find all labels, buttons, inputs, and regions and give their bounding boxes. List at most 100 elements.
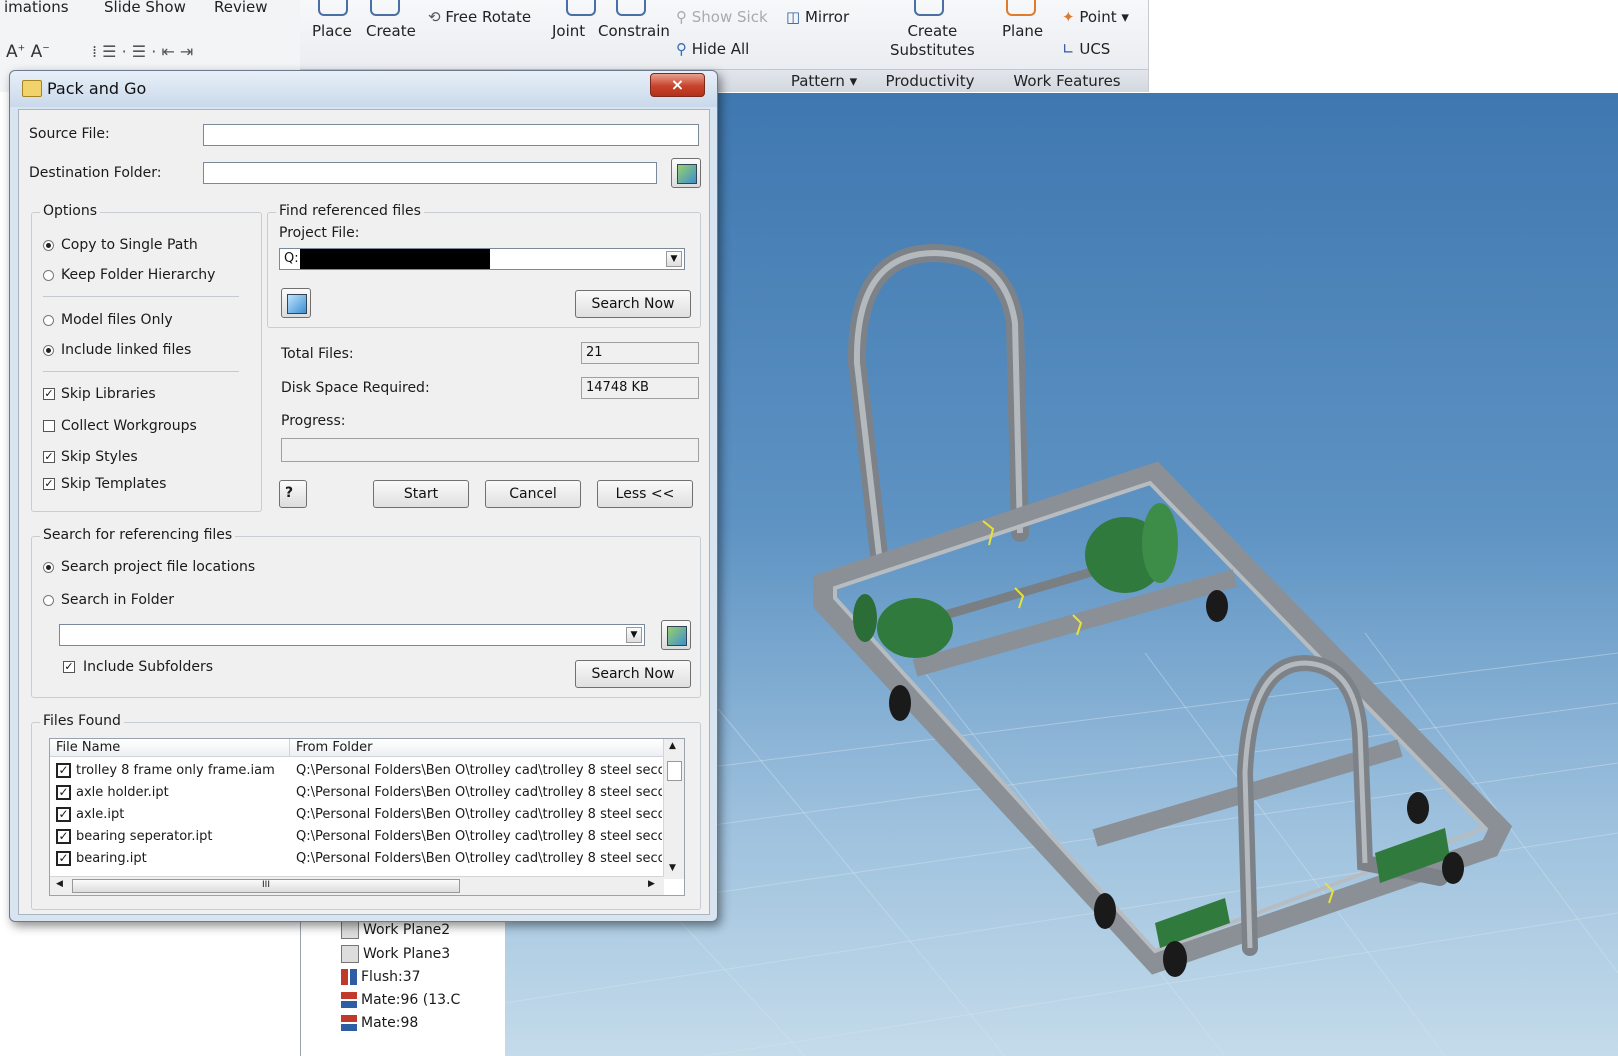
copy-single-path-radio[interactable] — [43, 240, 54, 251]
joint-button[interactable]: Joint — [552, 22, 585, 40]
rotate-icon: ⟲ — [428, 8, 446, 26]
dialog-titlebar[interactable]: Pack and Go × — [10, 71, 717, 107]
project-file-dropdown[interactable]: Q: ▼ — [279, 248, 685, 270]
hide-all-label: Hide All — [691, 40, 750, 58]
point-button[interactable]: ✦ Point ▾ — [1062, 8, 1129, 26]
browser-item-work-plane2[interactable]: Work Plane2 — [341, 919, 450, 941]
ucs-icon: ∟ — [1062, 40, 1080, 58]
browse-search-folder-button[interactable] — [661, 620, 691, 650]
search-in-folder-label: Search in Folder — [61, 592, 175, 608]
free-rotate-button[interactable]: ⟲ Free Rotate — [428, 8, 531, 26]
destination-folder-field[interactable] — [203, 162, 657, 184]
row-checkbox[interactable]: ✓ — [56, 785, 71, 800]
browse-folder-icon — [667, 626, 687, 646]
total-files-label: Total Files: — [281, 346, 354, 362]
options-divider — [43, 371, 239, 372]
work-features-panel-title: Work Features — [986, 69, 1148, 92]
row-checkbox[interactable]: ✓ — [56, 851, 71, 866]
browser-item-flush[interactable]: Flush:37 — [341, 966, 421, 988]
project-file-label: Project File: — [279, 225, 360, 241]
vertical-scrollbar[interactable]: ▲ ▼ — [663, 739, 684, 879]
source-file-field[interactable] — [203, 124, 699, 146]
less-button[interactable]: Less << — [597, 480, 693, 508]
close-button[interactable]: × — [650, 73, 705, 97]
project-file-value: Q: — [284, 251, 299, 266]
horizontal-scrollbar[interactable]: ◀ III ▶ — [50, 876, 664, 895]
keep-folder-hierarchy-radio[interactable] — [43, 270, 54, 281]
browse-destination-button[interactable] — [671, 158, 701, 188]
font-grow-icon[interactable]: A+ A− — [6, 42, 50, 62]
horizontal-scroll-thumb[interactable]: III — [72, 879, 460, 893]
files-found-table[interactable]: File Name From Folder ✓ trolley 8 frame … — [49, 738, 685, 896]
table-row[interactable]: ✓ trolley 8 frame only frame.iam Q:\Pers… — [50, 761, 664, 783]
scroll-left-icon[interactable]: ◀ — [56, 879, 63, 889]
show-sick-button[interactable]: ⚲ Show Sick — [676, 8, 768, 26]
skip-templates-checkbox[interactable]: ✓ — [43, 478, 55, 490]
ucs-button[interactable]: ∟ UCS — [1062, 40, 1110, 58]
source-file-label: Source File: — [29, 126, 110, 142]
browser-item-work-plane3[interactable]: Work Plane3 — [341, 943, 450, 965]
pattern-panel-title[interactable]: Pattern ▾ — [774, 69, 874, 92]
create-button[interactable]: Create — [366, 22, 416, 40]
browser-item-mate-98[interactable]: Mate:98 — [341, 1012, 418, 1034]
pack-and-go-dialog: Pack and Go × Source File: Destination F… — [9, 70, 718, 922]
collect-workgroups-checkbox[interactable] — [43, 420, 55, 432]
hide-all-button[interactable]: ⚲ Hide All — [676, 40, 749, 58]
skip-templates-label: Skip Templates — [61, 476, 167, 492]
work-plane-icon — [341, 921, 359, 939]
options-group: Options — [31, 203, 262, 512]
search-project-locations-label: Search project file locations — [61, 559, 256, 575]
help-button[interactable]: ? — [279, 480, 307, 508]
disk-space-label: Disk Space Required: — [281, 380, 430, 396]
browser-item-label: Work Plane2 — [363, 922, 451, 938]
constrain-icon — [616, 0, 646, 16]
redacted-path — [300, 249, 490, 269]
row-file-name: axle.ipt — [76, 807, 125, 822]
start-button[interactable]: Start — [373, 480, 469, 508]
search-folder-dropdown[interactable]: ▼ — [59, 624, 645, 646]
skip-libraries-checkbox[interactable]: ✓ — [43, 388, 55, 400]
list-format-icons[interactable]: ⁞ ☰ · ☰ · ⇤ ⇥ — [92, 42, 193, 61]
show-sick-label: Show Sick — [691, 8, 768, 26]
vertical-scroll-thumb[interactable] — [667, 761, 682, 781]
table-row[interactable]: ✓ axle.ipt Q:\Personal Folders\Ben O\tro… — [50, 805, 664, 827]
table-row[interactable]: ✓ bearing seperator.ipt Q:\Personal Fold… — [50, 827, 664, 849]
row-checkbox[interactable]: ✓ — [56, 829, 71, 844]
search-in-folder-radio[interactable] — [43, 595, 54, 606]
plane-button[interactable]: Plane — [1002, 22, 1043, 40]
browse-folder-icon — [677, 164, 697, 184]
scroll-down-icon[interactable]: ▼ — [669, 863, 676, 873]
skip-styles-label: Skip Styles — [61, 449, 138, 465]
destination-folder-label: Destination Folder: — [29, 165, 162, 181]
row-checkbox[interactable]: ✓ — [56, 807, 71, 822]
search-now-folder-button[interactable]: Search Now — [575, 660, 691, 688]
ucs-label: UCS — [1079, 40, 1111, 58]
column-header-file-name[interactable]: File Name — [50, 739, 290, 757]
tab-animations[interactable]: imations — [4, 0, 69, 16]
scroll-up-icon[interactable]: ▲ — [669, 741, 676, 751]
mirror-button[interactable]: ◫ Mirror — [786, 8, 849, 26]
point-label: Point — [1079, 8, 1117, 26]
place-button[interactable]: Place — [312, 22, 352, 40]
model-files-only-radio[interactable] — [43, 315, 54, 326]
skip-styles-checkbox[interactable]: ✓ — [43, 451, 55, 463]
browser-item-mate-96[interactable]: Mate:96 (13.C — [341, 989, 460, 1011]
browse-project-button[interactable] — [281, 288, 311, 318]
include-linked-files-radio[interactable] — [43, 345, 54, 356]
free-rotate-label: Free Rotate — [445, 8, 532, 26]
scroll-right-icon[interactable]: ▶ — [648, 879, 655, 889]
include-subfolders-checkbox[interactable]: ✓ — [63, 661, 75, 673]
search-project-locations-radio[interactable] — [43, 562, 54, 573]
column-header-from-folder[interactable]: From Folder — [290, 739, 664, 757]
tab-slide-show[interactable]: Slide Show — [104, 0, 186, 16]
cancel-button[interactable]: Cancel — [485, 480, 581, 508]
search-now-project-button[interactable]: Search Now — [575, 290, 691, 318]
axle-holder-left — [877, 598, 953, 658]
row-checkbox[interactable]: ✓ — [56, 763, 71, 778]
constrain-button[interactable]: Constrain — [598, 22, 670, 40]
tab-review[interactable]: Review — [214, 0, 268, 16]
create-substitutes-button[interactable]: Create Substitutes — [890, 22, 975, 60]
search-referencing-label: Search for referencing files — [40, 527, 236, 543]
table-row[interactable]: ✓ bearing.ipt Q:\Personal Folders\Ben O\… — [50, 849, 664, 871]
table-row[interactable]: ✓ axle holder.ipt Q:\Personal Folders\Be… — [50, 783, 664, 805]
